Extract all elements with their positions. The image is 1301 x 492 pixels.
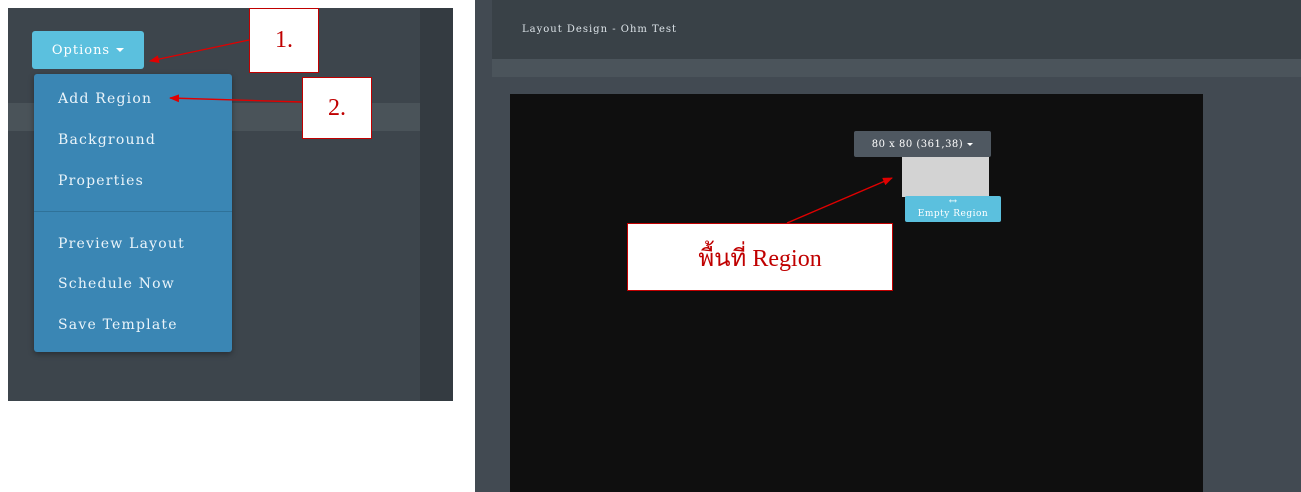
menu-item-background[interactable]: Background (58, 132, 156, 148)
options-panel: Options Add Region Background Properties… (8, 8, 453, 401)
chevron-down-icon (116, 48, 125, 52)
menu-item-save-template[interactable]: Save Template (58, 317, 178, 333)
region-box[interactable] (902, 157, 989, 197)
region-size-dropdown[interactable]: 80 x 80 (361,38) (854, 131, 991, 157)
region-size-label: 80 x 80 (361,38) (871, 138, 964, 150)
chevron-down-icon (967, 142, 974, 146)
region-note-callout: พื้นที่ Region (627, 223, 893, 291)
menu-item-properties[interactable]: Properties (58, 173, 144, 189)
menu-item-add-region[interactable]: Add Region (58, 91, 152, 107)
options-dropdown-menu: Add Region Background Properties Preview… (34, 74, 232, 352)
menu-item-schedule-now[interactable]: Schedule Now (58, 276, 175, 292)
options-button[interactable]: Options (32, 31, 144, 69)
region-tag[interactable]: ↔ Empty Region (905, 196, 1001, 222)
side-bar (420, 8, 453, 401)
options-button-label: Options (51, 42, 111, 58)
menu-divider (34, 211, 232, 212)
layout-title: Layout Design - Ohm Test (522, 24, 678, 35)
menu-item-preview-layout[interactable]: Preview Layout (58, 236, 185, 252)
designer-header: Layout Design - Ohm Test (492, 0, 1301, 59)
step-2-callout: 2. (302, 77, 372, 139)
designer-toolbar-strip (492, 59, 1301, 77)
move-arrows-icon[interactable]: ↔ (905, 197, 1001, 207)
region-tag-label: Empty Region (917, 209, 989, 219)
step-1-callout: 1. (249, 8, 319, 73)
